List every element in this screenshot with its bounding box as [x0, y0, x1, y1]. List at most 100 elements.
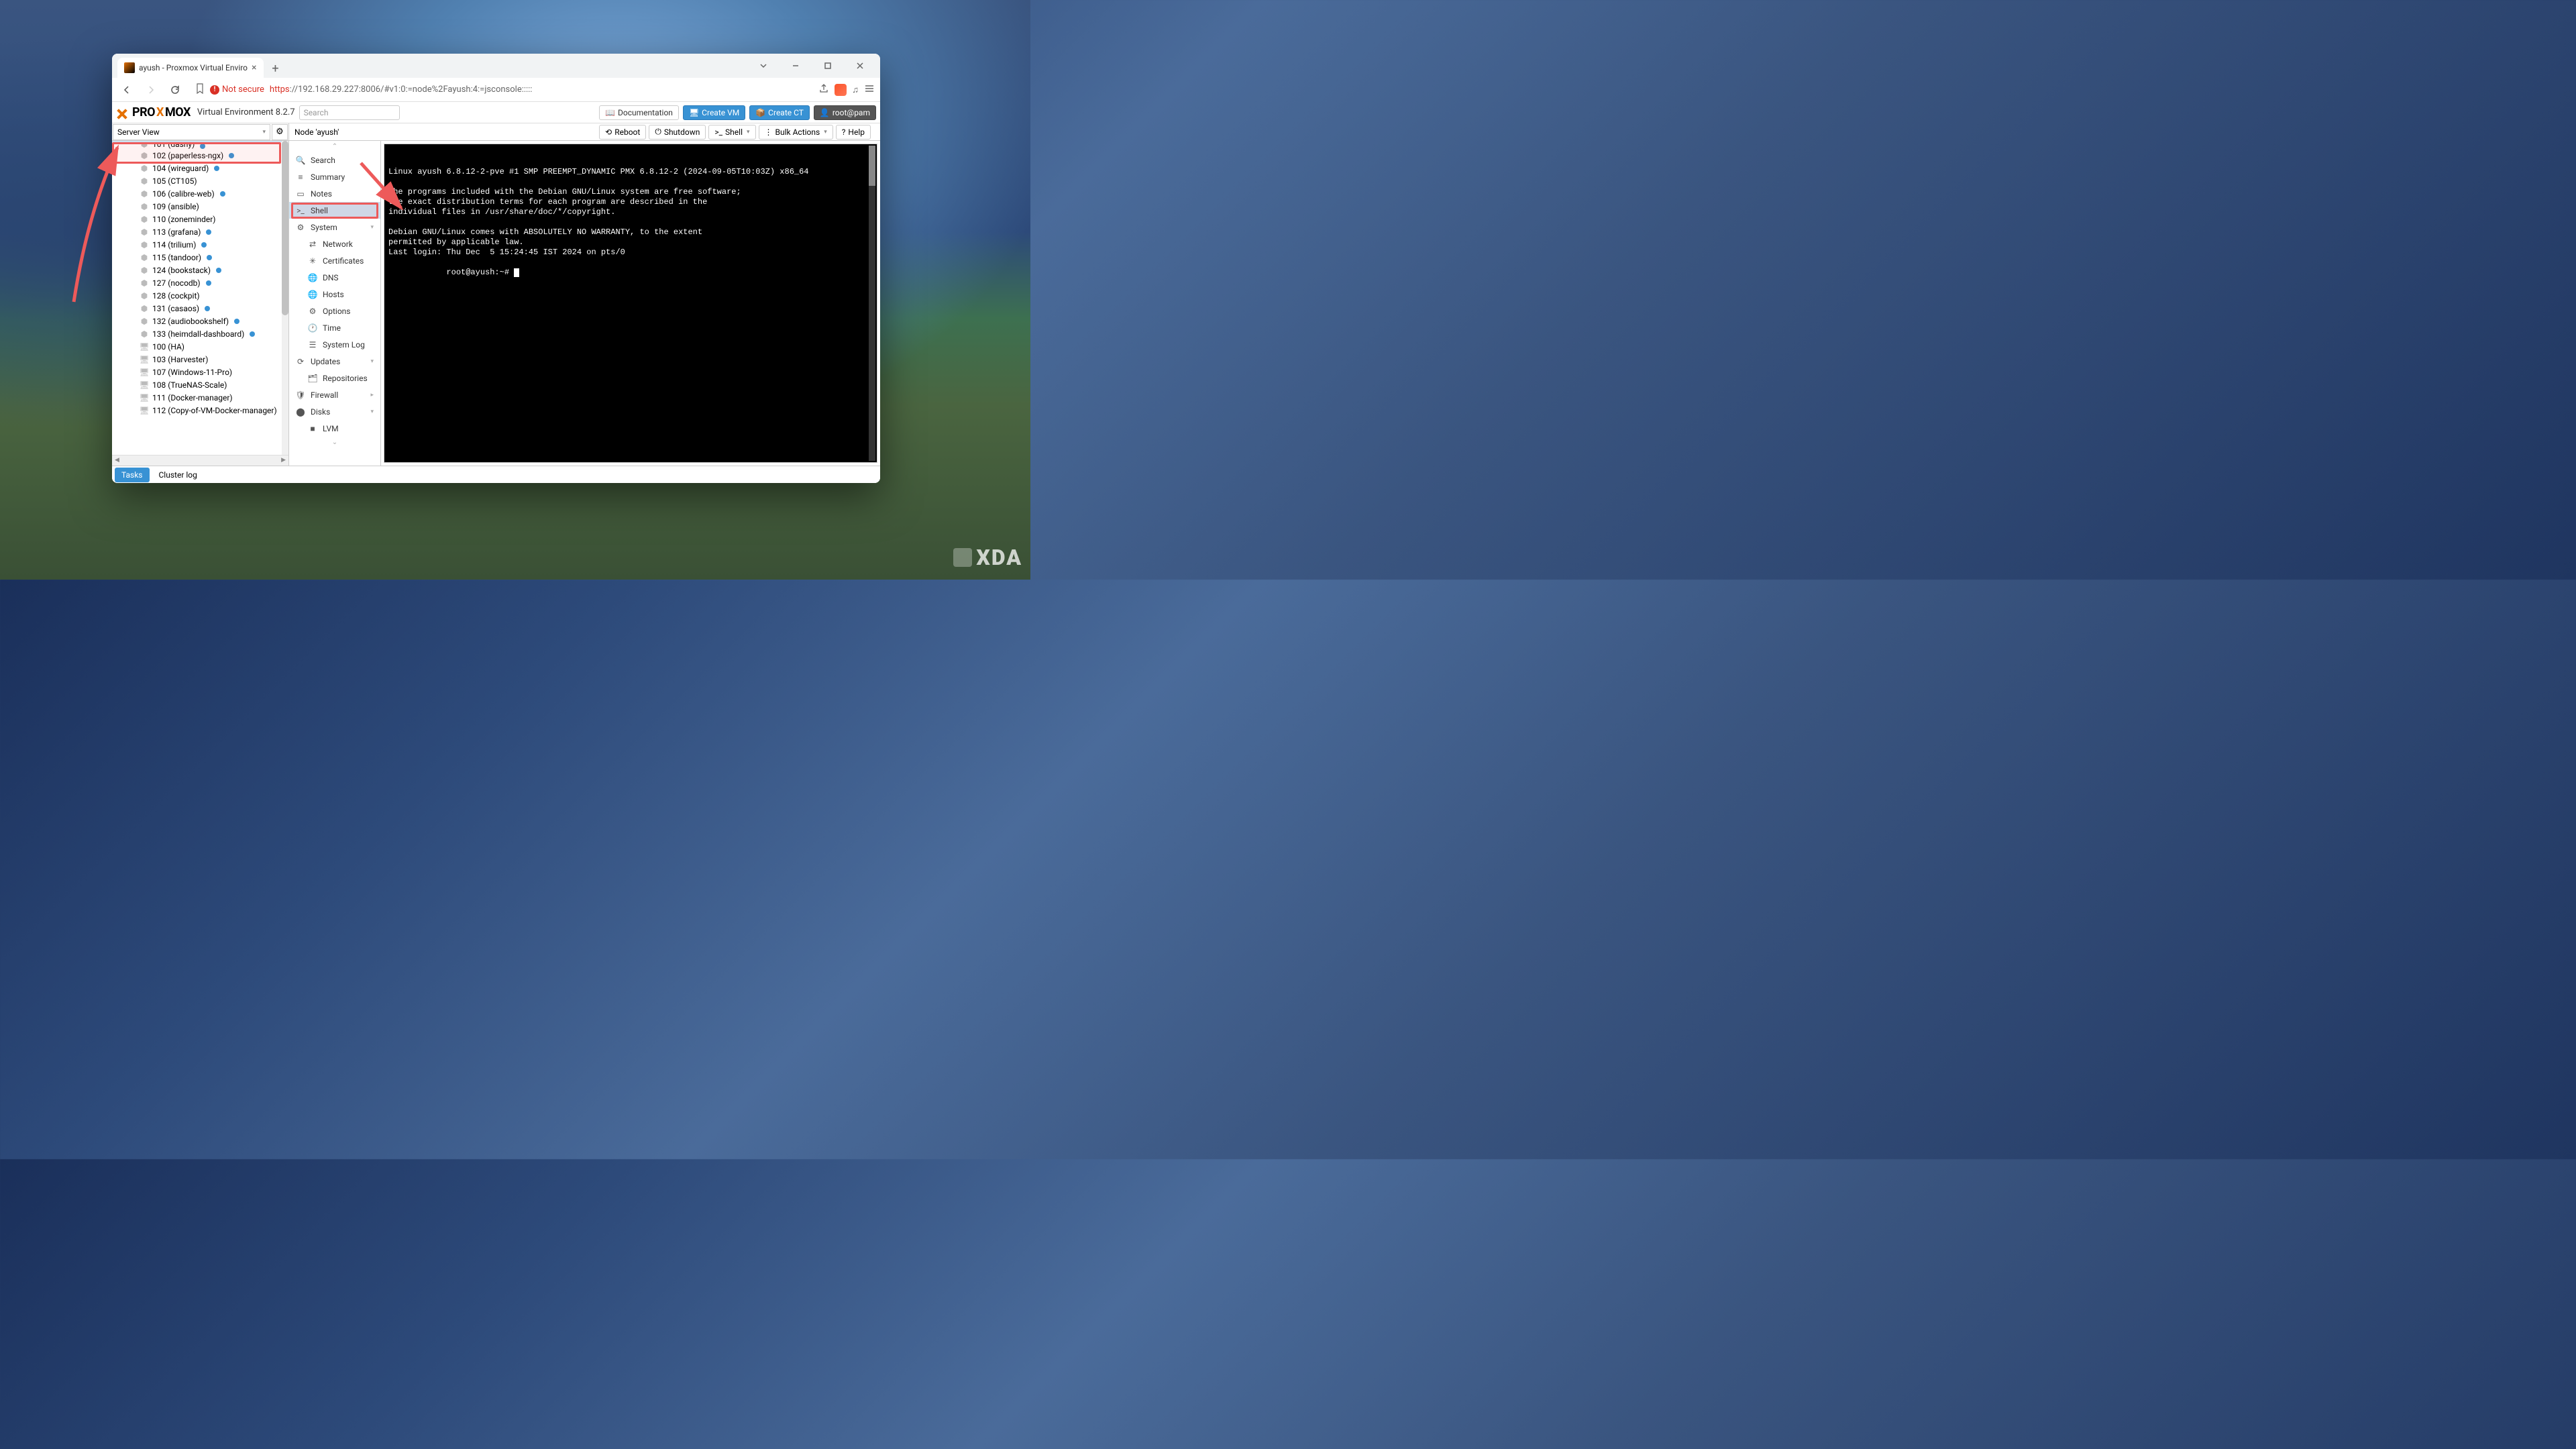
menu-item-summary[interactable]: ≡Summary [289, 168, 380, 185]
tree-item[interactable]: 🖥103 (Harvester) [112, 353, 288, 366]
menu-item-system-log[interactable]: ☰System Log [289, 336, 380, 353]
menu-item-options[interactable]: ⚙Options [289, 303, 380, 319]
cube-icon: ⬢ [139, 176, 150, 186]
back-button[interactable] [117, 80, 136, 99]
firewall-icon: 🛡 [296, 390, 305, 400]
documentation-button[interactable]: 📖 Documentation [599, 105, 679, 120]
menu-item-label: DNS [323, 273, 339, 282]
menu-item-lvm[interactable]: ■LVM [289, 420, 380, 437]
menu-item-notes[interactable]: ▭Notes [289, 185, 380, 202]
reboot-button[interactable]: ⟲Reboot [599, 125, 646, 140]
tree-item[interactable]: ⬢131 (casaos) [112, 302, 288, 315]
terminal[interactable]: Linux ayush 6.8.12-2-pve #1 SMP PREEMPT_… [384, 144, 877, 463]
menu-item-repositories[interactable]: 🗂Repositories [289, 370, 380, 386]
tree-item[interactable]: ⬢104 (wireguard) [112, 162, 288, 174]
menu-item-time[interactable]: 🕐Time [289, 319, 380, 336]
help-button[interactable]: ?Help [836, 125, 871, 140]
create-vm-button[interactable]: 🖥 Create VM [683, 105, 745, 120]
menu-item-disks[interactable]: ⬤Disks▾ [289, 403, 380, 420]
terminal-panel: Linux ayush 6.8.12-2-pve #1 SMP PREEMPT_… [381, 141, 880, 466]
tree-item[interactable]: ⬢132 (audiobookshelf) [112, 315, 288, 327]
header-search-input[interactable]: Search [299, 105, 400, 120]
tree-item[interactable]: ⬢115 (tandoor) [112, 251, 288, 264]
brave-shield-icon[interactable] [835, 84, 847, 96]
share-icon[interactable] [818, 83, 829, 97]
forward-button[interactable] [142, 80, 160, 99]
music-icon[interactable]: ♫ [852, 85, 859, 95]
tree-item[interactable]: 🖥108 (TrueNAS-Scale) [112, 378, 288, 391]
user-button[interactable]: 👤 root@pam [814, 105, 876, 120]
scrollbar-thumb[interactable] [282, 141, 288, 315]
tree-item[interactable]: ⬢106 (calibre-web) [112, 187, 288, 200]
address-bar[interactable]: ! Not secure https://192.168.29.227:8006… [190, 83, 813, 97]
close-window-button[interactable] [845, 55, 875, 76]
menu-item-system[interactable]: ⚙System▾ [289, 219, 380, 235]
tree-item[interactable]: ⬢113 (grafana) [112, 225, 288, 238]
menu-item-search[interactable]: 🔍Search [289, 152, 380, 168]
tree-item[interactable]: ⬢105 (CT105) [112, 174, 288, 187]
lvm-icon: ■ [308, 424, 317, 433]
tree-item[interactable]: ⬢128 (cockpit) [112, 289, 288, 302]
notes-icon: ▭ [296, 189, 305, 199]
warning-icon: ! [210, 85, 219, 95]
tree-settings-button[interactable]: ⚙ [272, 124, 288, 140]
tree-item[interactable]: 🖥100 (HA) [112, 340, 288, 353]
resource-tree-panel: Server View ▾ ⚙ ▾ 🗄 Datacenter ▾ 🗄 [112, 123, 289, 466]
close-tab-icon[interactable]: × [252, 62, 256, 73]
tree-item-label: 112 (Copy-of-VM-Docker-manager) [152, 406, 277, 415]
tasks-tab[interactable]: Tasks [115, 468, 150, 482]
resource-tree[interactable]: ▾ 🗄 Datacenter ▾ 🗄 ayush ⬢101 (dashy)⬢10… [112, 141, 288, 455]
menu-item-updates[interactable]: ⟳Updates▾ [289, 353, 380, 370]
terminal-scrollbar[interactable] [869, 146, 875, 461]
cluster-log-tab[interactable]: Cluster log [152, 468, 204, 482]
menu-item-network[interactable]: ⇄Network [289, 235, 380, 252]
menu-item-label: Shell [311, 206, 328, 215]
reload-button[interactable] [166, 80, 184, 99]
shell-icon: >_ [296, 206, 305, 215]
shell-dropdown-button[interactable]: >_Shell▾ [708, 125, 755, 140]
scrollbar-thumb[interactable] [869, 146, 875, 186]
menu-item-hosts[interactable]: 🌐Hosts [289, 286, 380, 303]
bookmark-icon[interactable] [195, 83, 205, 97]
browser-tab[interactable]: ayush - Proxmox Virtual Enviro × [117, 58, 264, 78]
tree-item[interactable]: ⬢109 (ansible) [112, 200, 288, 213]
tree-item[interactable]: 🖥111 (Docker-manager) [112, 391, 288, 404]
tree-item[interactable]: 🖥112 (Copy-of-VM-Docker-manager) [112, 404, 288, 417]
bulk-actions-button[interactable]: ⋮Bulk Actions▾ [759, 125, 833, 140]
tree-item[interactable]: ⬢102 (paperless-ngx) [112, 149, 288, 162]
hamburger-menu-icon[interactable] [864, 83, 875, 97]
scroll-right-icon[interactable]: ▶ [281, 457, 286, 464]
minimize-button[interactable] [781, 55, 810, 76]
tree-item[interactable]: 🖥107 (Windows-11-Pro) [112, 366, 288, 378]
security-indicator[interactable]: ! Not secure [210, 85, 264, 95]
create-ct-button[interactable]: 📦 Create CT [749, 105, 810, 120]
menu-item-dns[interactable]: 🌐DNS [289, 269, 380, 286]
tree-item-label: 127 (nocodb) [152, 278, 201, 288]
xda-logo-icon [953, 548, 972, 567]
scroll-left-icon[interactable]: ◀ [115, 457, 119, 464]
menu-scroll-up[interactable]: ⌃ [289, 141, 380, 152]
tree-item-label: 133 (heimdall-dashboard) [152, 329, 244, 339]
tree-item[interactable]: ⬢114 (trilium) [112, 238, 288, 251]
menu-item-shell[interactable]: >_ Shell [289, 202, 380, 219]
tree-item[interactable]: ⬢124 (bookstack) [112, 264, 288, 276]
content-header: Node 'ayush' ⟲Reboot ⏻Shutdown >_Shell▾ … [289, 123, 880, 141]
chevron-down-icon: ▾ [824, 129, 827, 136]
maximize-button[interactable] [813, 55, 843, 76]
tree-scrollbar[interactable] [282, 141, 288, 455]
chevron-down-icon[interactable] [749, 55, 778, 76]
help-icon: ? [842, 127, 846, 137]
proxmox-logo[interactable]: PROXMOX [116, 105, 191, 119]
new-tab-button[interactable]: + [266, 59, 285, 78]
tree-item[interactable]: ⬢101 (dashy) [112, 142, 288, 149]
view-select[interactable]: Server View ▾ [113, 124, 270, 140]
tree-item[interactable]: ⬢110 (zoneminder) [112, 213, 288, 225]
menu-scroll-down[interactable]: ⌄ [289, 437, 380, 447]
menu-item-firewall[interactable]: 🛡Firewall▸ [289, 386, 380, 403]
monitor-icon: 🖥 [139, 368, 150, 377]
tree-horizontal-scrollbar[interactable]: ◀ ▶ [112, 455, 288, 466]
tree-item[interactable]: ⬢127 (nocodb) [112, 276, 288, 289]
tree-item[interactable]: ⬢133 (heimdall-dashboard) [112, 327, 288, 340]
shutdown-button[interactable]: ⏻Shutdown [649, 125, 706, 140]
menu-item-certificates[interactable]: ✳Certificates [289, 252, 380, 269]
